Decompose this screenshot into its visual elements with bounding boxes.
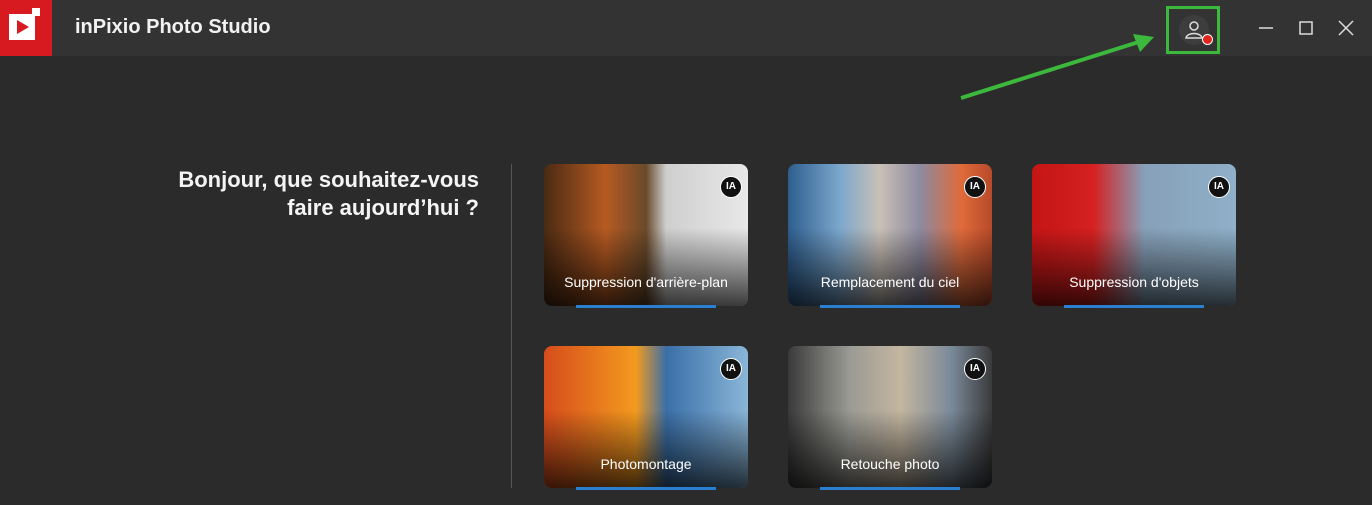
card-label: Suppression d'objets (1069, 274, 1199, 290)
ia-badge: IA (720, 176, 742, 198)
card-label: Photomontage (600, 456, 692, 472)
app-title: inPixio Photo Studio (75, 16, 271, 38)
card-underline (820, 305, 960, 308)
ia-badge: IA (964, 176, 986, 198)
card-underline (576, 487, 716, 490)
notification-dot (1202, 34, 1213, 45)
card-photo-retouch[interactable]: IA Retouche photo (788, 346, 992, 488)
card-label: Remplacement du ciel (820, 274, 960, 290)
title-bar: inPixio Photo Studio (0, 0, 1372, 56)
greeting-line-1: Bonjour, que souhaitez-vous (178, 167, 479, 192)
maximize-icon[interactable] (1296, 18, 1316, 38)
card-label: Suppression d'arrière-plan (564, 274, 728, 290)
card-object-removal[interactable]: IA Suppression d'objets (1032, 164, 1236, 306)
ia-badge: IA (964, 358, 986, 380)
card-underline (1064, 305, 1204, 308)
card-underline (820, 487, 960, 490)
card-background-removal[interactable]: IA Suppression d'arrière-plan (544, 164, 748, 306)
app-logo (0, 0, 52, 56)
ia-badge: IA (720, 358, 742, 380)
card-sky-replacement[interactable]: IA Remplacement du ciel (788, 164, 992, 306)
card-underline (576, 305, 716, 308)
ia-badge: IA (1208, 176, 1230, 198)
greeting-line-2: faire aujourd’hui ? (287, 195, 479, 220)
annotation-arrow (960, 34, 1154, 100)
minimize-icon[interactable] (1256, 18, 1276, 38)
card-photomontage[interactable]: IA Photomontage (544, 346, 748, 488)
account-button[interactable] (1166, 6, 1220, 54)
greeting: Bonjour, que souhaitez-vous faire aujour… (149, 166, 479, 222)
close-icon[interactable] (1336, 18, 1356, 38)
divider (511, 164, 512, 488)
card-label: Retouche photo (840, 456, 940, 472)
